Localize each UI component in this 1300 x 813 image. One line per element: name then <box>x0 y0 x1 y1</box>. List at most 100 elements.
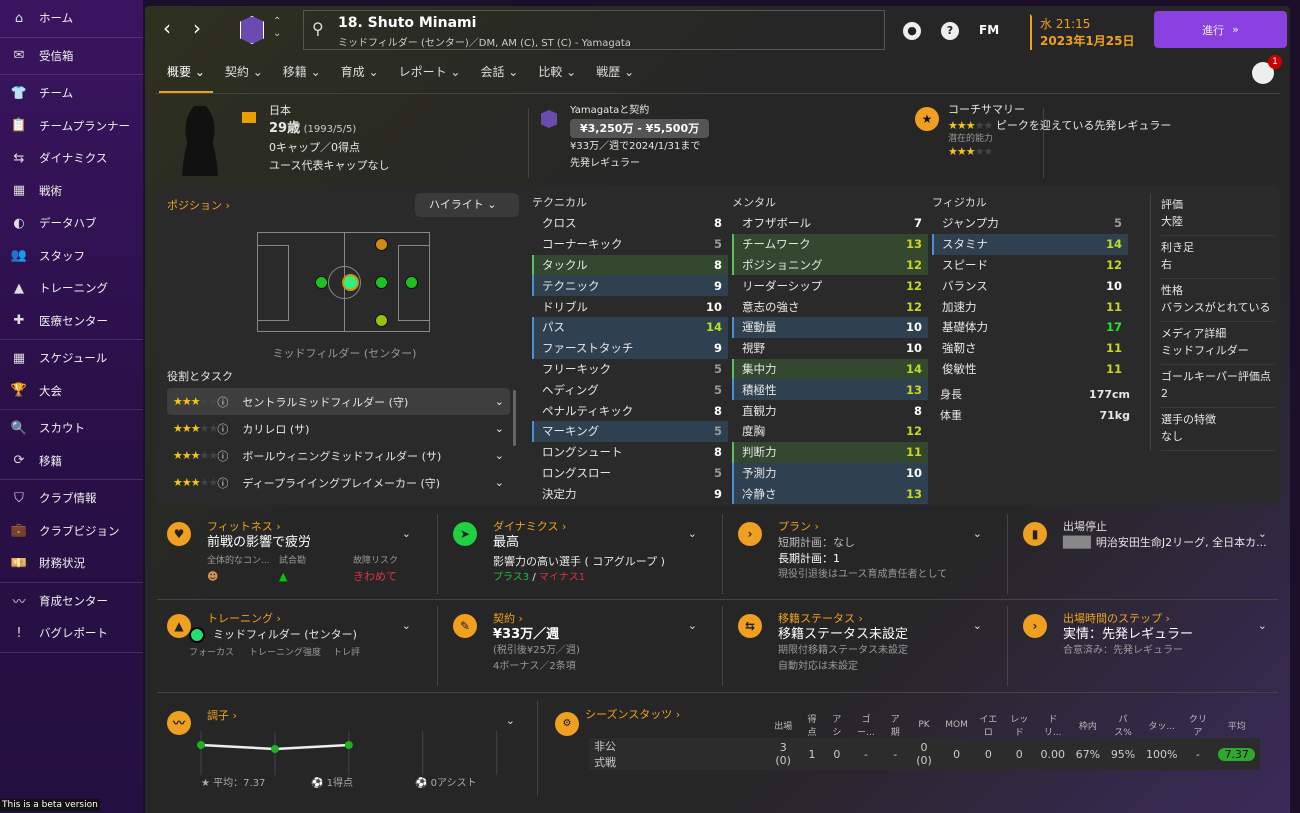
attribute-row[interactable]: オフザボール 7 <box>732 213 928 234</box>
attribute-row[interactable]: バランス 10 <box>932 275 1128 296</box>
sidebar-item[interactable]: 🏆 大会 <box>0 375 143 408</box>
chevron-down-icon[interactable]: ⌄ <box>1258 618 1267 634</box>
role-item[interactable]: ★★★★★ ⓘ ボールウィニングミッドフィルダー (サ) ⌄ <box>167 442 510 469</box>
form-link[interactable]: 調子 › <box>207 708 515 724</box>
attribute-row[interactable]: 度胸 12 <box>732 421 928 442</box>
sidebar-item[interactable]: ▦ 戦術 <box>0 175 143 208</box>
role-item[interactable]: ★★★★★ ⓘ ディープライイングプレイメーカー (守) ⌄ <box>167 469 510 496</box>
chevron-down-icon[interactable]: ⌄ <box>495 476 504 489</box>
attribute-row[interactable]: ドリブル 10 <box>532 296 728 317</box>
attribute-row[interactable]: リーダーシップ 12 <box>732 275 928 296</box>
attribute-row[interactable]: パス 14 <box>532 316 728 338</box>
attribute-row[interactable]: ポジショニング 12 <box>732 254 928 276</box>
sidebar-item[interactable]: ⟳ 移籍 <box>0 445 143 478</box>
fm-menu-button[interactable]: FM <box>979 23 999 37</box>
sidebar-item[interactable]: ✉ 受信箱 <box>0 40 143 73</box>
chevron-down-icon[interactable]: ⌄ <box>495 422 504 435</box>
attribute-row[interactable]: 予測力 10 <box>732 462 928 484</box>
training-link[interactable]: トレーニング › <box>207 611 425 627</box>
attribute-row[interactable]: 俊敏性 11 <box>932 359 1128 380</box>
attribute-row[interactable]: クロス 8 <box>532 213 728 234</box>
back-button[interactable]: ‹ <box>163 16 171 40</box>
attribute-row[interactable]: コーナーキック 5 <box>532 234 728 255</box>
stats-row[interactable]: 非公式戦 3 (0) 1 0 - - 0 (0) 0 0 0 0.00 67% 95% 100% - 7.37 <box>589 738 1260 770</box>
chevron-down-icon[interactable]: ⌄ <box>402 526 411 542</box>
chevron-down-icon[interactable]: ⌄ <box>506 713 515 729</box>
sidebar-item[interactable]: 📋 チームプランナー <box>0 110 143 143</box>
fitness-link[interactable]: フィットネス › <box>207 519 425 535</box>
plan-link[interactable]: プラン › <box>778 519 996 535</box>
sidebar-item[interactable]: ▦ スケジュール <box>0 342 143 375</box>
chevron-down-icon[interactable]: ⌄ <box>402 618 411 634</box>
sidebar-item[interactable]: ⌂ ホーム <box>0 2 143 35</box>
chevron-down-icon[interactable]: ⌄ <box>495 395 504 408</box>
attribute-row[interactable]: テクニック 9 <box>532 275 728 297</box>
forward-button[interactable]: › <box>193 16 201 40</box>
attribute-row[interactable]: 強靭さ 11 <box>932 338 1128 359</box>
sidebar-item[interactable]: 👥 スタッフ <box>0 240 143 273</box>
tab-4[interactable]: レポート ⌄ <box>389 62 471 88</box>
attribute-row[interactable]: 視野 10 <box>732 338 928 359</box>
tab-3[interactable]: 育成 ⌄ <box>331 62 389 88</box>
roles-scrollbar[interactable] <box>513 390 516 446</box>
chevron-down-icon[interactable]: ⌄ <box>495 449 504 462</box>
sidebar-item[interactable]: ▲ トレーニング <box>0 272 143 305</box>
sidebar-item[interactable]: 〰育成センター <box>0 585 143 618</box>
attribute-row[interactable]: ファーストタッチ 9 <box>532 337 728 359</box>
chevron-down-icon[interactable]: ⌄ <box>973 526 982 542</box>
player-up-down-arrows[interactable]: ⌃ ⌄ <box>273 16 281 40</box>
attribute-row[interactable]: マーキング 5 <box>532 420 728 442</box>
attribute-row[interactable]: タックル 8 <box>532 254 728 276</box>
sidebar-item[interactable]: ⛉ クラブ情報 <box>0 482 143 515</box>
sidebar-item[interactable]: 💼 クラブビジョン <box>0 515 143 548</box>
playing-time-link[interactable]: 出場時間のステップ › <box>1063 611 1281 627</box>
sidebar-item[interactable]: ! バグレポート <box>0 617 143 650</box>
chevron-down-icon[interactable]: ⌄ <box>688 526 697 542</box>
attribute-row[interactable]: 集中力 14 <box>732 358 928 380</box>
attribute-row[interactable]: スピード 12 <box>932 255 1128 276</box>
position-link[interactable]: ポジション › <box>167 197 230 213</box>
attribute-row[interactable]: 加速力 11 <box>932 296 1128 317</box>
role-item[interactable]: ★★★★★ ⓘ カリレロ (サ) ⌄ <box>167 415 510 442</box>
help-icon[interactable]: ? <box>941 22 959 40</box>
dynamics-link[interactable]: ダイナミクス › <box>493 519 711 535</box>
microphone-icon[interactable]: ● <box>903 22 921 40</box>
attribute-row[interactable]: 積極性 13 <box>732 379 928 401</box>
highlight-dropdown[interactable]: ハイライト ⌄ <box>415 193 519 217</box>
tab-5[interactable]: 会話 ⌄ <box>470 62 528 88</box>
continue-button[interactable]: 進行 » <box>1154 11 1287 48</box>
attribute-row[interactable]: ロングシュート 8 <box>532 442 728 463</box>
tab-6[interactable]: 比較 ⌄ <box>528 62 586 88</box>
attribute-row[interactable]: ペナルティキック 8 <box>532 400 728 421</box>
contract-link[interactable]: 契約 › <box>493 611 711 627</box>
attribute-row[interactable]: ジャンプ力 5 <box>932 213 1128 234</box>
attribute-row[interactable]: 直観力 8 <box>732 400 928 421</box>
attribute-row[interactable]: 決定力 9 <box>532 483 728 504</box>
role-item[interactable]: ★★★★★ ⓘ セントラルミッドフィルダー (守) ⌄ <box>167 388 510 415</box>
sidebar-item[interactable]: ✚ 医療センター <box>0 305 143 338</box>
tab-7[interactable]: 戦歴 ⌄ <box>586 62 644 88</box>
tab-1[interactable]: 契約 ⌄ <box>215 62 273 88</box>
attribute-row[interactable]: 意志の強さ 12 <box>732 296 928 317</box>
sidebar-item[interactable]: 🔍 スカウト <box>0 412 143 445</box>
attribute-row[interactable]: 冷静さ 13 <box>732 483 928 505</box>
attribute-row[interactable]: 運動量 10 <box>732 316 928 338</box>
form-point[interactable] <box>197 741 205 749</box>
transfer-status-link[interactable]: 移籍ステータス › <box>778 611 996 627</box>
sidebar-item[interactable]: ◐ データハブ <box>0 207 143 240</box>
tab-2[interactable]: 移籍 ⌄ <box>273 62 331 88</box>
staff-notifications-button[interactable]: 1 <box>1252 55 1282 84</box>
club-crest-icon[interactable] <box>240 16 264 44</box>
attribute-row[interactable]: 基礎体力 17 <box>932 317 1128 338</box>
form-point[interactable] <box>344 741 353 749</box>
sidebar-item[interactable]: 💴 財務状況 <box>0 547 143 580</box>
chevron-down-icon[interactable]: ⌄ <box>688 618 697 634</box>
attribute-row[interactable]: フリーキック 5 <box>532 359 728 380</box>
attribute-row[interactable]: 判断力 11 <box>732 441 928 463</box>
sidebar-item[interactable]: ⇆ ダイナミクス <box>0 142 143 175</box>
chevron-down-icon[interactable]: ⌄ <box>1258 526 1267 542</box>
attribute-row[interactable]: スタミナ 14 <box>932 233 1128 255</box>
attribute-row[interactable]: ロングスロー 5 <box>532 463 728 484</box>
attribute-row[interactable]: ヘディング 5 <box>532 379 728 400</box>
player-search-bar[interactable]: ⚲ 18. Shuto Minami ミッドフィルダー (センター)／DM, A… <box>303 10 885 50</box>
